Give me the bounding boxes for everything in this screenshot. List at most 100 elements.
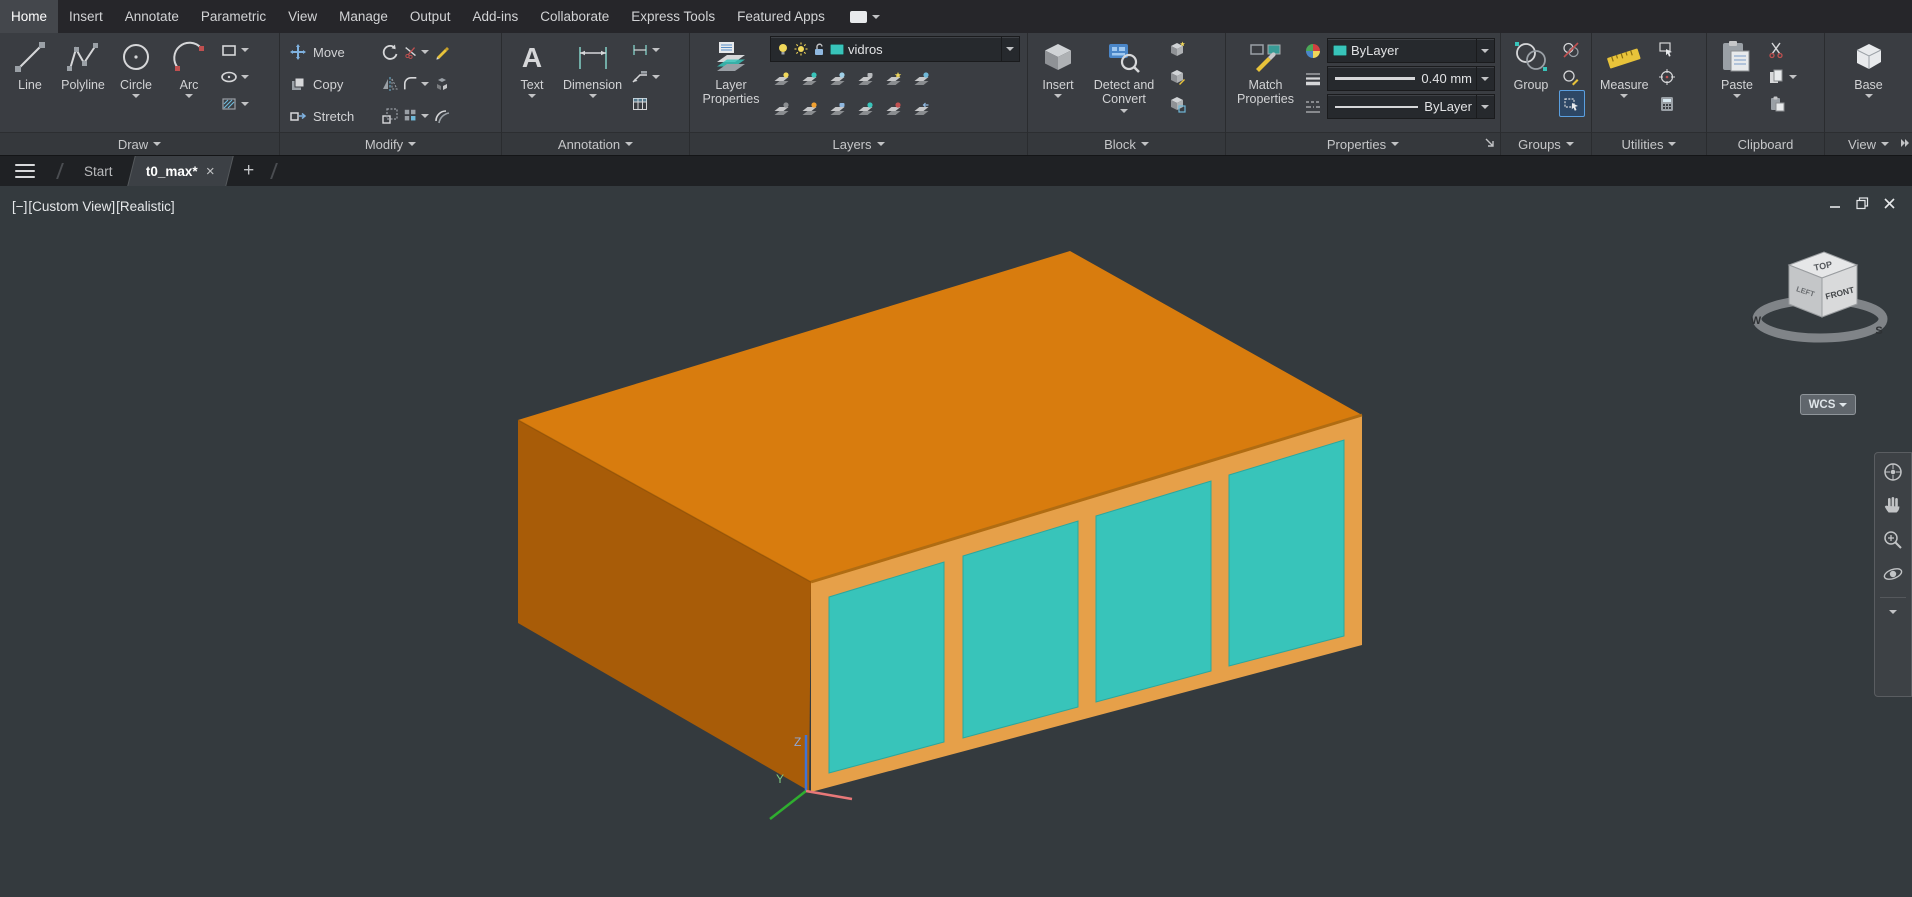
layer-color-swatch[interactable] <box>830 43 844 55</box>
copy-clip-button[interactable] <box>1765 63 1800 90</box>
id-point-button[interactable] <box>1655 63 1679 90</box>
layer-off-icon[interactable] <box>773 72 790 88</box>
copy-button[interactable]: Copy <box>285 68 377 100</box>
circle-button[interactable]: Circle <box>111 36 161 100</box>
layer-unisolate-icon[interactable] <box>773 102 790 118</box>
close-icon[interactable] <box>1883 197 1896 210</box>
orbit-icon[interactable] <box>1882 563 1904 585</box>
visual-style-control[interactable]: [Realistic] <box>116 199 175 214</box>
trim-button[interactable] <box>403 36 429 68</box>
paste-special-button[interactable] <box>1765 90 1800 117</box>
create-block-button[interactable] <box>1165 36 1189 63</box>
lineweight-combo[interactable]: 0.40 mm <box>1327 66 1495 91</box>
ribbon-tab-home[interactable]: Home <box>0 0 59 33</box>
arc-button[interactable]: Arc <box>164 36 214 100</box>
ribbon-tab-featured-apps[interactable]: Featured Apps <box>726 0 836 33</box>
layer-previous-icon[interactable] <box>913 102 930 118</box>
ribbon-tab-express-tools[interactable]: Express Tools <box>620 0 726 33</box>
window-2[interactable] <box>962 520 1079 739</box>
layer-make-current-icon[interactable] <box>885 72 902 88</box>
scale-button[interactable] <box>377 100 403 132</box>
zoom-icon[interactable] <box>1882 529 1904 551</box>
write-block-button[interactable] <box>1165 63 1189 90</box>
layer-unlock-all-icon[interactable] <box>829 102 846 118</box>
group-button[interactable]: Group <box>1506 36 1556 94</box>
ucs-selector[interactable]: WCS <box>1800 394 1856 415</box>
measure-button[interactable]: Measure <box>1597 36 1652 100</box>
compass-south-label[interactable]: S <box>1875 325 1882 337</box>
mirror-button[interactable] <box>377 68 403 100</box>
ribbon-tab-view[interactable]: View <box>277 0 328 33</box>
polyline-button[interactable]: Polyline <box>58 36 108 94</box>
detect-and-convert-button[interactable]: Detect and Convert <box>1086 36 1162 115</box>
view-panel-label[interactable]: View <box>1825 132 1912 155</box>
minimize-button[interactable] <box>1829 197 1842 210</box>
dimension-button[interactable]: Dimension <box>560 36 625 100</box>
ellipse-button[interactable] <box>217 63 252 90</box>
layer-on-bulb-icon[interactable] <box>776 42 790 56</box>
linetype-combo[interactable]: ByLayer <box>1327 94 1495 119</box>
leader-button[interactable] <box>628 63 663 90</box>
offset-button[interactable] <box>429 100 455 132</box>
layer-thaw-sun-icon[interactable] <box>794 42 808 56</box>
close-tab-icon[interactable]: × <box>205 163 214 180</box>
group-selection-toggle[interactable] <box>1559 90 1585 117</box>
lineweight-combo-dropdown-button[interactable] <box>1476 67 1492 90</box>
ribbon-tab-collaborate[interactable]: Collaborate <box>529 0 620 33</box>
window-3[interactable] <box>1095 480 1212 703</box>
tab-start[interactable]: Start <box>70 156 127 186</box>
restore-button[interactable] <box>1856 197 1869 210</box>
explode-button[interactable] <box>429 68 455 100</box>
properties-panel-label[interactable]: Properties <box>1226 132 1500 155</box>
layer-thaw-icon[interactable] <box>801 102 818 118</box>
insert-button[interactable]: Insert <box>1033 36 1083 100</box>
draw-panel-label[interactable]: Draw <box>0 132 279 155</box>
move-button[interactable]: Move <box>285 36 377 68</box>
table-button[interactable] <box>628 90 663 117</box>
quick-select-button[interactable] <box>1655 36 1679 63</box>
window-1[interactable] <box>828 561 945 774</box>
navigation-wheel-icon[interactable] <box>1882 461 1904 483</box>
text-button[interactable]: A Text <box>507 36 557 100</box>
erase-button[interactable] <box>429 36 455 68</box>
linetype-combo-dropdown-button[interactable] <box>1476 95 1492 118</box>
viewport-menu-control[interactable]: [−] <box>12 199 27 214</box>
tab-drawing-t0max[interactable]: t0_max* × <box>126 156 233 186</box>
drawing-viewport[interactable]: Z Y W S TOP LEFT FRONT [−] [Custom View]… <box>0 186 1912 896</box>
ribbon-tab-output[interactable]: Output <box>399 0 462 33</box>
layer-unlock-icon[interactable] <box>812 42 826 56</box>
ribbon-tab-parametric[interactable]: Parametric <box>190 0 277 33</box>
hamburger-menu-icon[interactable] <box>0 156 50 186</box>
layer-freeze-icon[interactable] <box>829 72 846 88</box>
clipboard-panel-label[interactable]: Clipboard <box>1707 132 1824 155</box>
layer-change-to-current-icon[interactable] <box>857 102 874 118</box>
layer-isolate-icon[interactable] <box>801 72 818 88</box>
window-4[interactable] <box>1228 439 1345 667</box>
ribbon-tab-manage[interactable]: Manage <box>328 0 399 33</box>
base-view-button[interactable]: Base <box>1844 36 1894 100</box>
modify-panel-label[interactable]: Modify <box>280 132 501 155</box>
groups-panel-label[interactable]: Groups <box>1501 132 1591 155</box>
properties-dialog-launcher[interactable] <box>1484 137 1496 149</box>
layers-panel-label[interactable]: Layers <box>690 132 1027 155</box>
match-properties-button[interactable]: Match Properties <box>1231 36 1300 109</box>
stretch-button[interactable]: Stretch <box>285 100 377 132</box>
layer-properties-button[interactable]: Layer Properties <box>695 36 767 109</box>
layer-select-combo[interactable]: vidros <box>770 36 1020 62</box>
ungroup-button[interactable] <box>1559 36 1585 63</box>
hatch-button[interactable] <box>217 90 252 117</box>
pan-hand-icon[interactable] <box>1882 495 1904 517</box>
layer-match-icon[interactable] <box>913 72 930 88</box>
group-edit-button[interactable] <box>1559 63 1585 90</box>
ribbon-tab-addins[interactable]: Add-ins <box>461 0 529 33</box>
dimension-style-button[interactable] <box>628 36 663 63</box>
view-name-control[interactable]: [Custom View] <box>28 199 115 214</box>
fillet-button[interactable] <box>403 68 429 100</box>
quick-calculator-button[interactable] <box>1655 90 1679 117</box>
viewcube[interactable]: W S TOP LEFT FRONT <box>1751 251 1888 343</box>
rectangle-button[interactable] <box>217 36 252 63</box>
ribbon-display-toggle[interactable] <box>840 0 890 33</box>
paste-button[interactable]: Paste <box>1712 36 1762 100</box>
navbar-more-icon[interactable] <box>1889 610 1897 614</box>
compass-west-label[interactable]: W <box>1751 315 1762 327</box>
